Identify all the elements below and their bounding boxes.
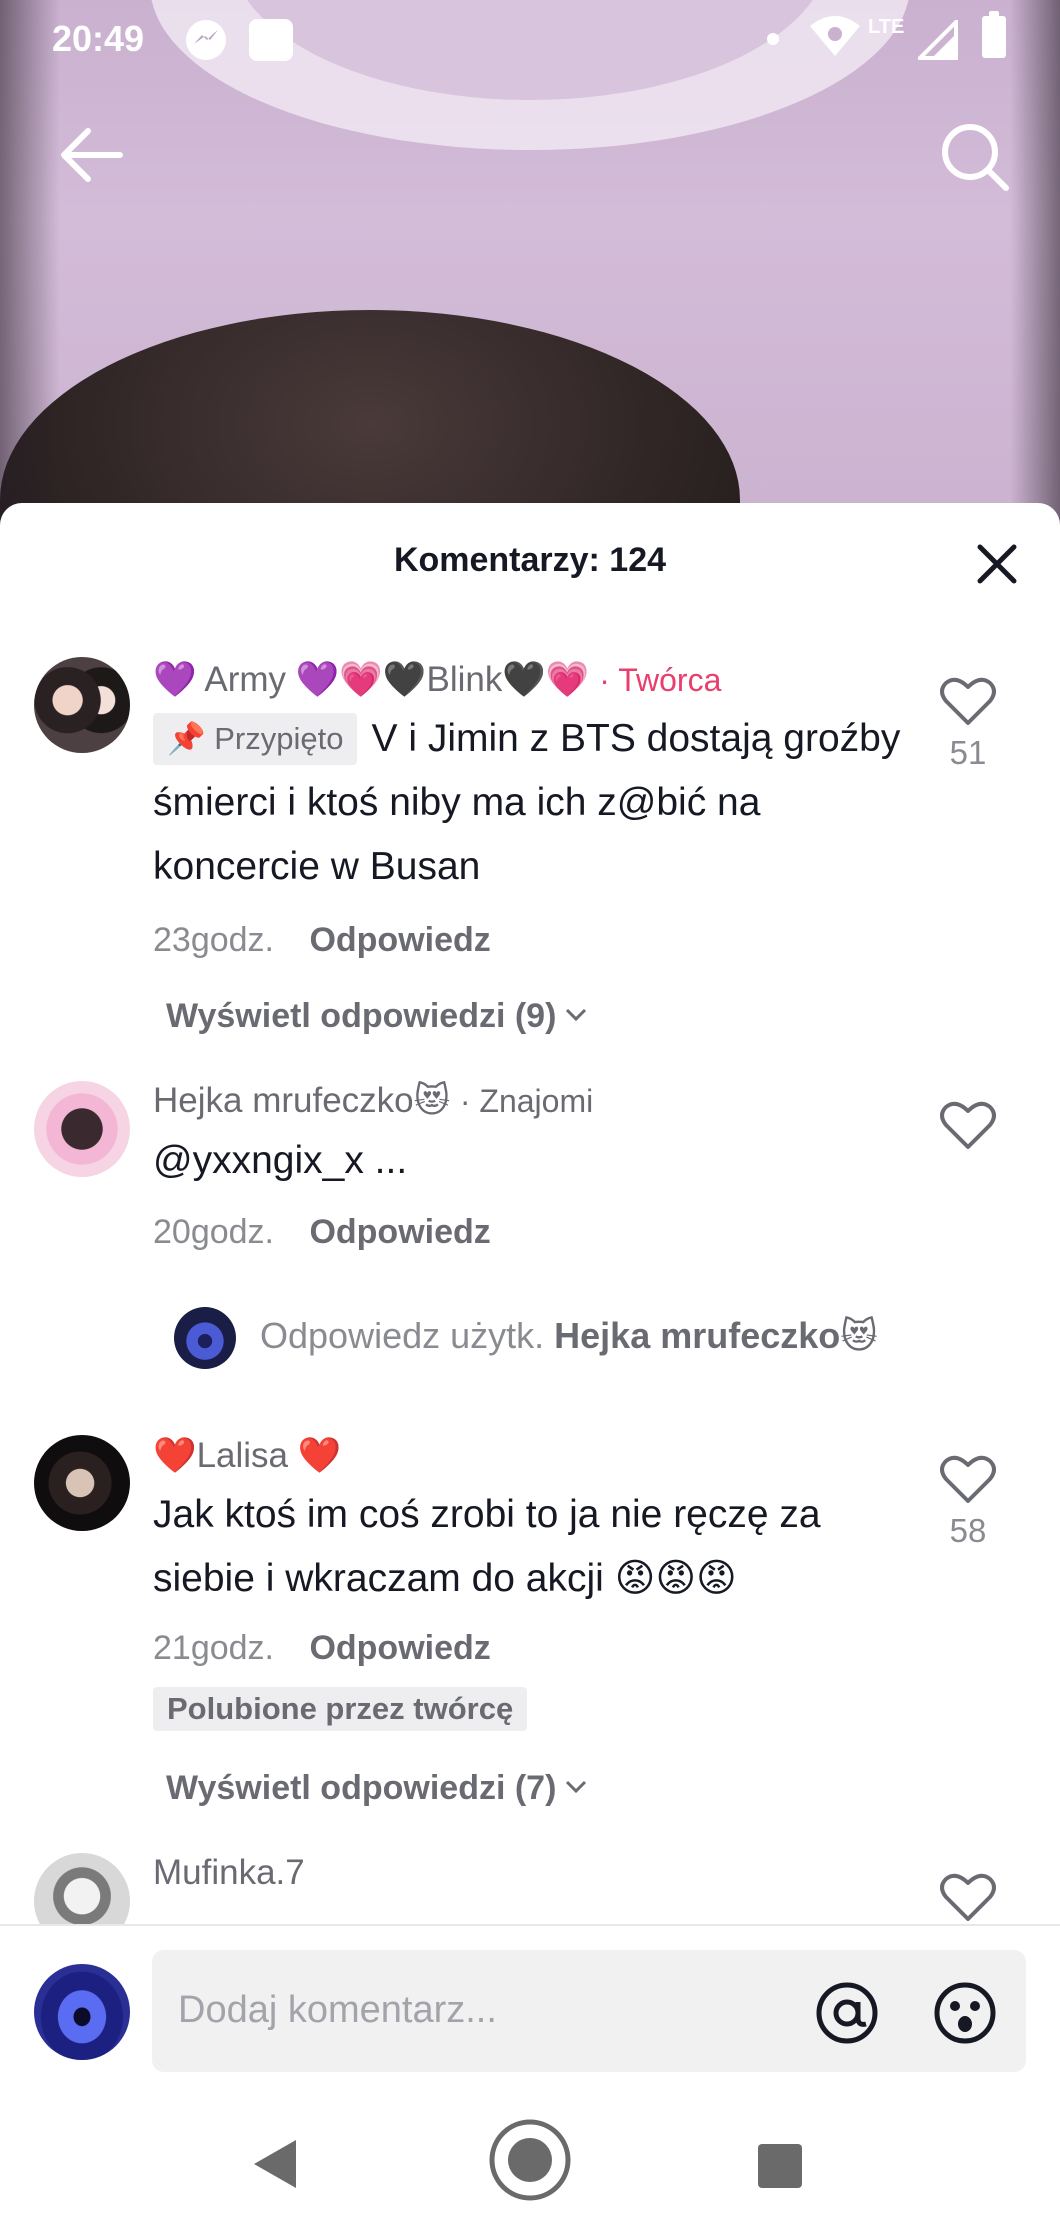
comment-text: Jak ktoś im coś zrobi to ja nie ręczę za…: [153, 1493, 821, 1600]
avatar[interactable]: [34, 1853, 130, 1924]
comment-meta: 21godz. Odpowiedz: [153, 1629, 491, 1668]
battery-icon: [982, 11, 1006, 58]
heart-outline-icon: [940, 677, 996, 725]
video-background[interactable]: [0, 0, 1060, 540]
system-navigation-bar: [0, 2076, 1060, 2237]
system-home-icon[interactable]: [488, 2118, 572, 2202]
chevron-down-icon: [564, 1765, 588, 1804]
system-recents-icon[interactable]: [758, 2144, 802, 2188]
at-sign-icon[interactable]: [814, 1980, 880, 2046]
comments-header: Komentarzy: 124: [0, 503, 1060, 619]
heart-outline-icon: [940, 1455, 996, 1503]
pinned-label: Przypięto: [214, 721, 344, 756]
comment-input-bar: [0, 1926, 1060, 2076]
reply-button[interactable]: Odpowiedz: [309, 1629, 490, 1667]
like-button[interactable]: [938, 1873, 998, 1924]
avatar[interactable]: [34, 657, 130, 753]
username-text: Hejka mrufeczko😻: [153, 1081, 451, 1120]
video-edge-shade: [1010, 0, 1060, 540]
username-text: 💜 Army 💜💗🖤Blink🖤💗: [153, 660, 590, 699]
reply-button[interactable]: Odpowiedz: [309, 921, 490, 959]
comment-input[interactable]: [178, 1980, 778, 2040]
back-arrow-icon[interactable]: [58, 122, 124, 188]
like-button[interactable]: [938, 1101, 998, 1156]
friends-badge: · Znajomi: [459, 1083, 594, 1119]
comment-username[interactable]: Hejka mrufeczko😻 · Znajomi: [153, 1081, 593, 1121]
notification-square-icon: [249, 19, 293, 61]
comment-meta: 23godz. Odpowiedz: [153, 921, 491, 960]
comment-text: @yxxngix_x ...: [153, 1139, 408, 1182]
username-text: ❤️Lalisa ❤️: [153, 1436, 342, 1475]
view-replies-label: Wyświetl odpowiedzi (7): [166, 1769, 557, 1807]
like-button[interactable]: 51: [938, 677, 998, 772]
username-text: Mufinka.7: [153, 1853, 305, 1892]
pin-icon: 📌: [167, 721, 206, 756]
wifi-icon: [810, 16, 860, 56]
reply-prompt-text: Odpowiedz użytk. Hejka mrufeczko😻: [260, 1315, 878, 1357]
reply-prompt-prefix: Odpowiedz użytk.: [260, 1315, 545, 1356]
search-icon[interactable]: [938, 120, 1010, 192]
emoji-face-icon[interactable]: [932, 1980, 998, 2046]
comment-time: 21godz.: [153, 1629, 274, 1667]
comment-meta: 20godz. Odpowiedz: [153, 1213, 491, 1252]
messenger-notification-icon: [186, 20, 226, 60]
close-icon[interactable]: [972, 539, 1022, 589]
comments-count-title: Komentarzy: 124: [393, 541, 667, 579]
liked-by-creator-badge: Polubione przez twórcę: [153, 1687, 528, 1731]
network-type-label: LTE: [868, 16, 905, 38]
view-replies-label: Wyświetl odpowiedzi (9): [166, 997, 557, 1035]
reply-button[interactable]: Odpowiedz: [309, 1213, 490, 1251]
status-bar: 20:49 LTE: [0, 0, 1060, 80]
comment-time: 23godz.: [153, 921, 274, 959]
avatar[interactable]: [34, 1081, 130, 1177]
comment-time: 20godz.: [153, 1213, 274, 1251]
view-replies-button[interactable]: Wyświetl odpowiedzi (9): [166, 993, 588, 1036]
comment-username[interactable]: 💜 Army 💜💗🖤Blink🖤💗 · Twórca: [153, 659, 721, 700]
reply-prompt-user: Hejka mrufeczko😻: [554, 1315, 878, 1356]
comment-text: 📌 Przypięto V i Jimin z BTS dostają groźb…: [153, 707, 913, 899]
avatar[interactable]: [34, 1435, 130, 1531]
like-button[interactable]: 58: [938, 1455, 998, 1550]
comment-username[interactable]: Mufinka.7: [153, 1853, 305, 1893]
system-back-icon[interactable]: [252, 2138, 298, 2190]
view-replies-button[interactable]: Wyświetl odpowiedzi (7): [166, 1765, 588, 1808]
heart-outline-icon: [940, 1873, 996, 1921]
pinned-tag: 📌 Przypięto: [153, 713, 358, 765]
chevron-down-icon: [564, 993, 588, 1032]
creator-badge: · Twórca: [599, 662, 722, 698]
comment-username[interactable]: ❤️Lalisa ❤️: [153, 1435, 341, 1476]
comment-input-box[interactable]: [152, 1950, 1026, 2072]
avatar: [174, 1307, 236, 1369]
avatar: [34, 1964, 130, 2060]
notification-dot-icon: [767, 33, 779, 45]
video-edge-shade: [0, 0, 60, 540]
heart-outline-icon: [940, 1101, 996, 1149]
like-count: 51: [949, 734, 987, 771]
cell-signal-icon: [918, 20, 958, 60]
status-time: 20:49: [52, 18, 145, 59]
comment-item: Mufinka.7: [0, 1849, 1060, 1924]
like-count: 58: [949, 1512, 987, 1549]
